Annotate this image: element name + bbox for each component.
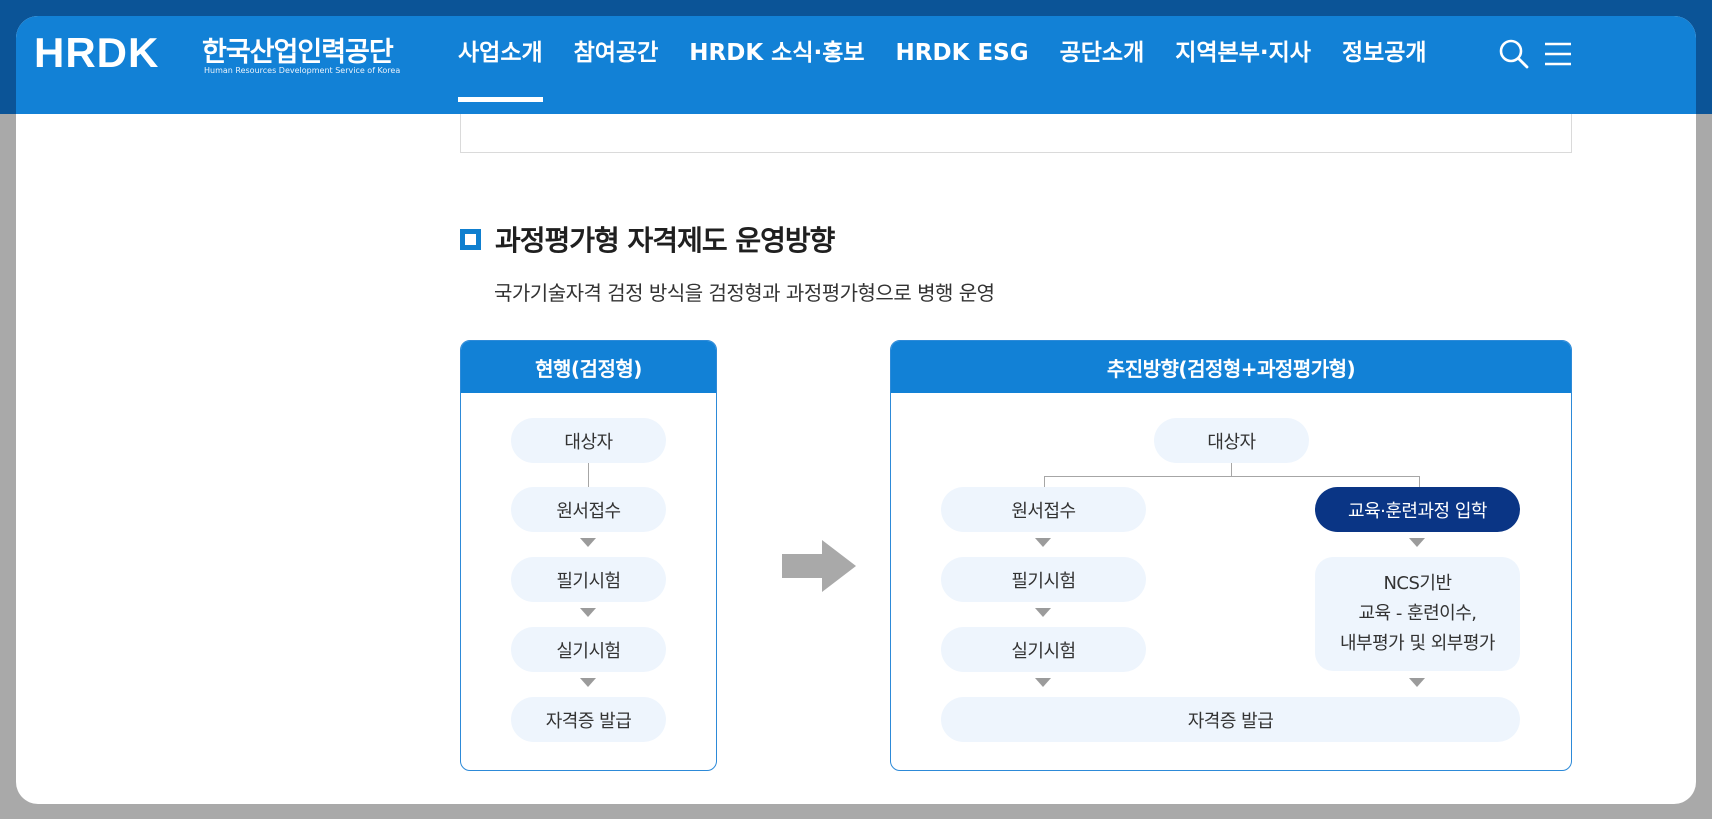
logo-korean-name: 한국산업인력공단: [202, 37, 394, 68]
down-arrow-icon: [580, 608, 596, 617]
current-step-certificate: 자격증 발급: [511, 697, 666, 742]
hrdk-logo-mark: HRDK: [34, 32, 159, 72]
future-step-ncs-training: NCS기반 교육 - 훈련이수, 내부평가 및 외부평가: [1315, 557, 1520, 671]
current-step-applicant: 대상자: [511, 418, 666, 463]
future-step-written-exam: 필기시험: [941, 557, 1146, 602]
section-description: 국가기술자격 검정 방식을 검정형과 과정평가형으로 병행 운영: [494, 281, 995, 305]
down-arrow-icon: [1409, 538, 1425, 547]
future-step-certificate: 자격증 발급: [941, 697, 1520, 742]
panel-current: 현행(검정형) 대상자 원서접수 필기시험 실기시험 자격증 발급: [460, 340, 717, 771]
menu-item-disclosure[interactable]: 정보공개: [1342, 16, 1427, 114]
connector-line: [1044, 476, 1419, 477]
menu-item-business[interactable]: 사업소개: [458, 16, 543, 114]
connector-line: [588, 463, 589, 487]
menu-item-about[interactable]: 공단소개: [1060, 16, 1145, 114]
previous-content-box: [460, 114, 1572, 153]
menu-item-branches[interactable]: 지역본부·지사: [1175, 16, 1311, 114]
ncs-line-1: NCS기반: [1383, 573, 1452, 594]
menu-item-news[interactable]: HRDK 소식·홍보: [689, 16, 864, 114]
down-arrow-icon: [1035, 538, 1051, 547]
down-arrow-icon: [1035, 678, 1051, 687]
hamburger-menu-icon[interactable]: [1542, 37, 1576, 71]
down-arrow-icon: [580, 538, 596, 547]
section-title: 과정평가형 자격제도 운영방향: [495, 224, 835, 257]
section-heading: 과정평가형 자격제도 운영방향: [460, 221, 835, 257]
connector-line: [1044, 476, 1045, 487]
right-arrow-icon: [782, 540, 856, 592]
panel-future-title: 추진방향(검정형+과정평가형): [891, 341, 1571, 393]
search-icon[interactable]: [1497, 37, 1531, 71]
page-card: HRDK 한국산업인력공단 Human Resources Developmen…: [16, 16, 1696, 804]
future-step-training-entry: 교육·훈련과정 입학: [1315, 487, 1520, 532]
square-bullet-icon: [460, 228, 481, 250]
panel-current-title: 현행(검정형): [461, 341, 716, 393]
logo-text: HRDK: [34, 32, 159, 72]
ncs-line-3: 내부평가 및 외부평가: [1340, 633, 1495, 654]
panel-future: 추진방향(검정형+과정평가형) 대상자 원서접수 필기시험 실기시험 교육·훈련…: [890, 340, 1572, 771]
current-step-application: 원서접수: [511, 487, 666, 532]
menu-item-esg[interactable]: HRDK ESG: [896, 16, 1029, 114]
down-arrow-icon: [580, 678, 596, 687]
future-step-application: 원서접수: [941, 487, 1146, 532]
ncs-line-2: 교육 - 훈련이수,: [1358, 603, 1477, 624]
connector-line: [1419, 476, 1420, 487]
current-step-practical-exam: 실기시험: [511, 627, 666, 672]
down-arrow-icon: [1035, 608, 1051, 617]
menu-item-participation[interactable]: 참여공간: [574, 16, 659, 114]
current-step-written-exam: 필기시험: [511, 557, 666, 602]
down-arrow-icon: [1409, 678, 1425, 687]
future-step-practical-exam: 실기시험: [941, 627, 1146, 672]
connector-line: [1231, 463, 1232, 476]
future-step-applicant: 대상자: [1154, 418, 1309, 463]
global-nav: HRDK 한국산업인력공단 Human Resources Developmen…: [16, 16, 1696, 114]
main-menu: 사업소개 참여공간 HRDK 소식·홍보 HRDK ESG 공단소개 지역본부·…: [458, 16, 1458, 114]
logo-english-name: Human Resources Development Service of K…: [204, 66, 401, 75]
